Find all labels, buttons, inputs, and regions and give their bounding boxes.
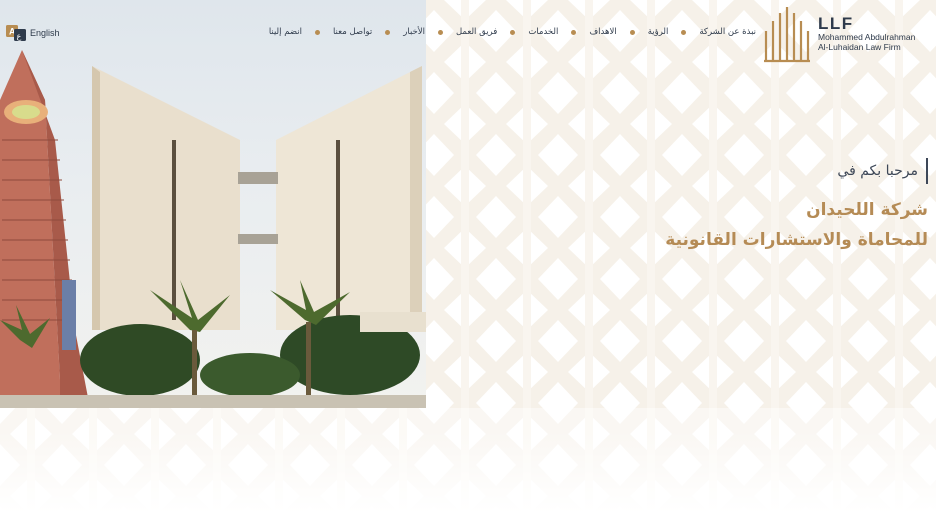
hero-image [0,0,426,408]
language-switch[interactable]: A ع English [6,25,60,41]
nav-team[interactable]: فريق العمل [456,27,497,37]
logo-name-line2: Al-Luhaidan Law Firm [818,41,901,52]
logo-text: LLF Mohammed Abdulrahman Al-Luhaidan Law… [818,15,915,52]
welcome-label: مرحبا بكم في [837,158,928,184]
svg-text:ع: ع [17,32,22,41]
nav-join[interactable]: انضم إلينا [269,27,302,37]
company-logo[interactable]: LLF Mohammed Abdulrahman Al-Luhaidan Law… [762,5,934,63]
nav-separator-dot [385,29,391,35]
nav-about[interactable]: نبذة عن الشركة [699,27,756,37]
nav-goals[interactable]: الاهداف [589,27,616,37]
logo-abbreviation: LLF [818,14,854,33]
nav-separator-dot [571,29,577,35]
logo-mark-icon [764,7,810,63]
translate-icon: A ع [6,25,26,41]
nav-separator-dot [629,29,635,35]
nav-vision[interactable]: الرؤية [648,27,669,37]
nav-separator-dot [314,29,320,35]
nav-contact[interactable]: تواصل معنا [333,27,372,37]
nav-news[interactable]: الأخبار [403,27,425,37]
hero-title-line2: للمحاماة والاستشارات القانونية [665,230,928,250]
language-label: English [30,28,60,38]
hero-text: مرحبا بكم في شركة اللحيدان للمحاماة والا… [665,158,928,254]
nav-separator-dot [681,29,687,35]
nav-services[interactable]: الخدمات [528,27,558,37]
hero-title-line1: شركة اللحيدان [806,200,928,220]
main-nav: نبذة عن الشركة الرؤية الاهداف الخدمات فر… [269,27,756,37]
nav-separator-dot [438,29,443,35]
nav-separator-dot [510,29,516,35]
